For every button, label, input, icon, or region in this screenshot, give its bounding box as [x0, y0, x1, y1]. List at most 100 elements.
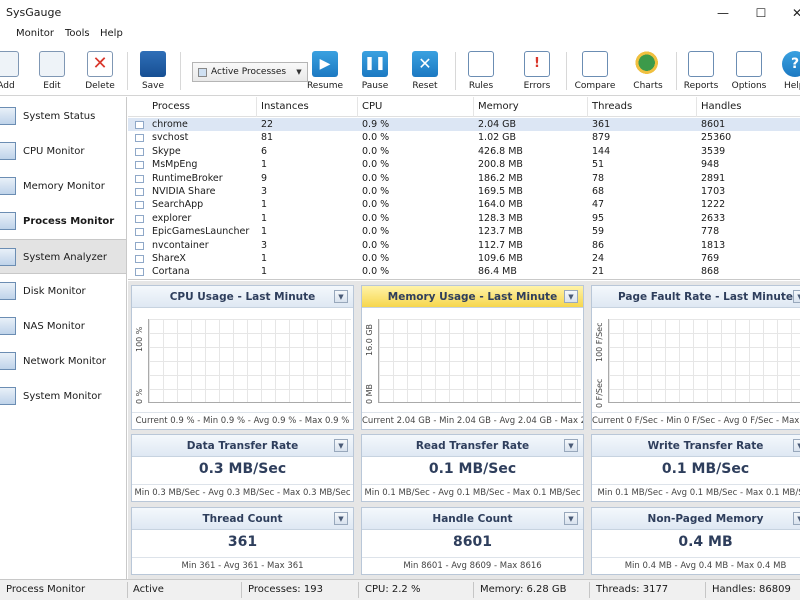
table-cell-instances: 1 — [261, 199, 268, 211]
table-cell-memory: 169.5 MB — [478, 186, 523, 197]
compare-button[interactable]: Compare — [572, 48, 618, 96]
column-divider[interactable] — [587, 97, 588, 117]
column-header-process[interactable]: Process — [152, 101, 190, 112]
play-icon: ▶ — [312, 51, 338, 77]
minimize-button[interactable]: — — [706, 2, 740, 24]
table-cell-handles: 769 — [701, 253, 720, 264]
resume-button[interactable]: ▶ Resume — [302, 48, 348, 96]
column-header-threads[interactable]: Threads — [592, 101, 632, 112]
table-cell-instances: 1 — [261, 226, 268, 238]
menu-monitor[interactable]: Monitor — [16, 28, 54, 39]
table-row[interactable]: svchost 81 0.0 % 1.02 GB 879 25360 — [128, 131, 800, 144]
charts-button[interactable]: Charts — [625, 48, 671, 96]
table-cell-threads: 21 — [592, 266, 605, 278]
chevron-down-icon[interactable]: ▼ — [793, 290, 800, 303]
delete-button[interactable]: ✕ Delete — [77, 48, 123, 96]
table-row[interactable]: ShareX 1 0.0 % 109.6 MB 24 769 — [128, 252, 800, 265]
column-divider[interactable] — [256, 97, 257, 117]
table-row[interactable]: Skype 6 0.0 % 426.8 MB 144 3539 — [128, 145, 800, 158]
table-row[interactable]: explorer 1 0.0 % 128.3 MB 95 2633 — [128, 212, 800, 225]
table-row[interactable]: EpicGamesLauncher 1 0.0 % 123.7 MB 59 778 — [128, 225, 800, 238]
table-row[interactable]: chrome 22 0.9 % 2.04 GB 361 8601 — [128, 118, 800, 132]
errors-button[interactable]: ! Errors — [514, 48, 560, 96]
disk-icon — [0, 282, 16, 300]
process-icon — [135, 147, 144, 156]
chevron-down-icon[interactable]: ▼ — [793, 439, 800, 452]
table-cell-instances: 3 — [261, 186, 268, 197]
sidebar-item-nas-monitor[interactable]: NAS Monitor — [0, 309, 126, 344]
chevron-down-icon[interactable]: ▼ — [564, 439, 578, 452]
table-cell-instances: 22 — [261, 119, 274, 130]
close-button[interactable]: ✕ — [780, 2, 800, 24]
table-row[interactable]: RuntimeBroker 9 0.0 % 186.2 MB 78 2891 — [128, 172, 800, 185]
compare-icon — [582, 51, 608, 77]
table-cell-instances: 1 — [261, 253, 268, 264]
table-row[interactable]: Cortana 1 0.0 % 86.4 MB 21 868 — [128, 265, 800, 278]
sidebar-item-network-monitor[interactable]: Network Monitor — [0, 344, 126, 379]
column-header-handles[interactable]: Handles — [701, 101, 741, 112]
add-button[interactable]: Add — [0, 48, 29, 96]
table-row[interactable]: SearchApp 1 0.0 % 164.0 MB 47 1222 — [128, 198, 800, 211]
table-cell-cpu: 0.0 % — [362, 266, 390, 278]
cpu-usage-plot — [148, 319, 351, 403]
table-cell-handles: 2891 — [701, 172, 726, 184]
sidebar-item-system-analyzer[interactable]: System Analyzer — [0, 239, 126, 274]
menu-help[interactable]: Help — [100, 28, 123, 39]
process-icon — [0, 212, 16, 230]
column-header-memory[interactable]: Memory — [478, 101, 519, 112]
column-divider[interactable] — [696, 97, 697, 117]
table-row[interactable]: nvcontainer 3 0.0 % 112.7 MB 86 1813 — [128, 239, 800, 252]
status-bar: Process Monitor Active Processes: 193 CP… — [0, 579, 800, 600]
pause-button[interactable]: ❚❚ Pause — [352, 48, 398, 96]
view-selector-value: Active Processes — [211, 67, 287, 77]
reports-button[interactable]: Reports — [678, 48, 724, 96]
table-cell-process: RuntimeBroker — [152, 172, 223, 184]
table-cell-threads: 879 — [592, 132, 611, 144]
chevron-down-icon[interactable]: ▼ — [564, 512, 578, 525]
column-header-cpu[interactable]: CPU — [362, 101, 382, 112]
process-icon — [135, 161, 144, 170]
options-button[interactable]: Options — [726, 48, 772, 96]
table-row[interactable]: MsMpEng 1 0.0 % 200.8 MB 51 948 — [128, 158, 800, 171]
chevron-down-icon[interactable]: ▼ — [334, 512, 348, 525]
panel-title: CPU Usage - Last Minute — [132, 286, 353, 308]
process-icon — [135, 268, 144, 277]
rules-button[interactable]: Rules — [458, 48, 504, 96]
help-button[interactable]: ? Help — [776, 48, 800, 96]
delete-icon: ✕ — [87, 51, 113, 77]
sidebar-item-memory-monitor[interactable]: Memory Monitor — [0, 169, 126, 204]
table-cell-process: SearchApp — [152, 199, 204, 211]
save-button[interactable]: Save — [130, 48, 176, 96]
sidebar-item-process-monitor[interactable]: Process Monitor — [0, 204, 126, 239]
table-cell-memory: 86.4 MB — [478, 266, 517, 278]
chevron-down-icon[interactable]: ▼ — [564, 290, 578, 303]
view-selector-dropdown[interactable]: Active Processes ▼ — [192, 62, 308, 82]
reset-button[interactable]: ✕ Reset — [402, 48, 448, 96]
chevron-down-icon[interactable]: ▼ — [334, 290, 348, 303]
process-table: Process Instances CPU Memory Threads Han… — [128, 97, 800, 280]
process-icon — [135, 201, 144, 210]
table-cell-threads: 51 — [592, 159, 605, 171]
sidebar-item-system-monitor[interactable]: System Monitor — [0, 379, 126, 414]
table-cell-handles: 948 — [701, 159, 720, 171]
table-row[interactable]: NVIDIA Share 3 0.0 % 169.5 MB 68 1703 — [128, 185, 800, 198]
column-divider[interactable] — [473, 97, 474, 117]
chevron-down-icon[interactable]: ▼ — [793, 512, 800, 525]
y-axis-bottom-label: 0 % — [135, 388, 144, 404]
write-transfer-rate-panel: Write Transfer Rate ▼ 0.1 MB/Sec Min 0.1… — [591, 434, 800, 502]
sidebar-item-system-status[interactable]: System Status — [0, 99, 126, 134]
column-divider[interactable] — [357, 97, 358, 117]
sidebar-item-cpu-monitor[interactable]: CPU Monitor — [0, 134, 126, 169]
sidebar-item-disk-monitor[interactable]: Disk Monitor — [0, 274, 126, 309]
table-cell-instances: 81 — [261, 132, 274, 144]
column-header-instances[interactable]: Instances — [261, 101, 309, 112]
menu-tools[interactable]: Tools — [65, 28, 90, 39]
panel-value: 361 — [227, 534, 258, 550]
edit-button[interactable]: Edit — [29, 48, 75, 96]
process-icon — [135, 228, 144, 237]
panel-value: 8601 — [453, 534, 492, 550]
table-cell-cpu: 0.0 % — [362, 212, 390, 224]
maximize-button[interactable]: ☐ — [744, 2, 778, 24]
table-cell-handles: 3539 — [701, 145, 726, 157]
chevron-down-icon[interactable]: ▼ — [334, 439, 348, 452]
